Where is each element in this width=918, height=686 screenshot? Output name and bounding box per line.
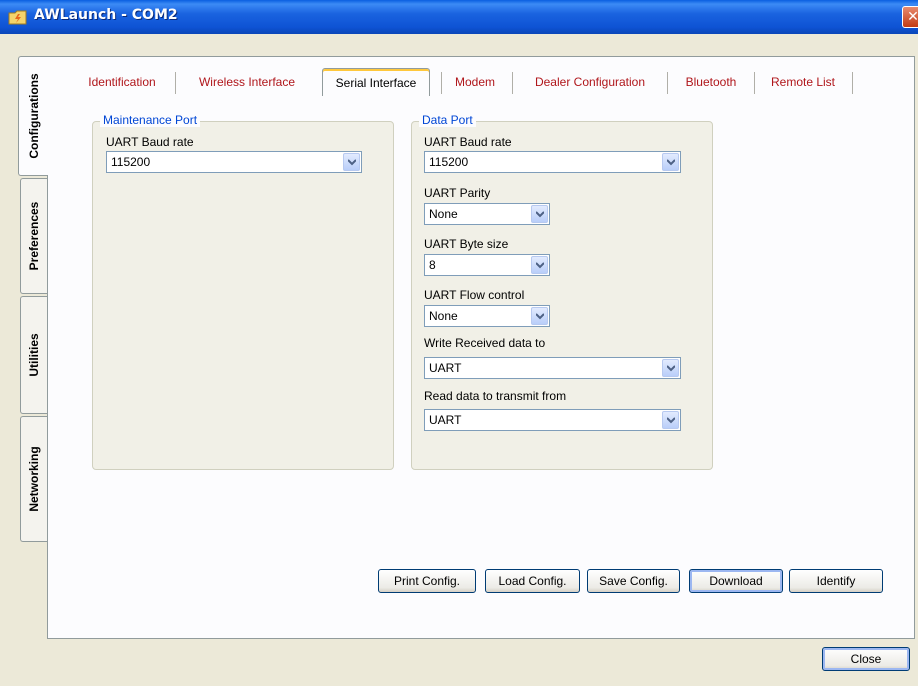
window-close-button[interactable]: ✕ [902, 6, 918, 28]
data-write-label: Write Received data to [424, 336, 546, 350]
data-byte-size-label: UART Byte size [424, 237, 509, 251]
side-tab-label: Preferences [27, 201, 41, 271]
data-baud-label: UART Baud rate [424, 135, 512, 149]
data-read-value: UART [429, 413, 462, 427]
identify-button[interactable]: Identify [789, 569, 883, 593]
tab-separator [512, 72, 513, 94]
load-config-button[interactable]: Load Config. [485, 569, 580, 593]
tab-wireless-interface[interactable]: Wireless Interface [186, 68, 308, 96]
tab-separator [667, 72, 668, 94]
side-tab-strip: Configurations Preferences Utilities Net… [18, 56, 48, 546]
maintenance-port-legend: Maintenance Port [100, 113, 201, 127]
side-tab-configurations[interactable]: Configurations [18, 56, 48, 176]
print-config-button[interactable]: Print Config. [378, 569, 476, 593]
chevron-down-icon[interactable] [531, 205, 548, 223]
side-tab-utilities[interactable]: Utilities [20, 296, 47, 414]
maintenance-port-group [92, 121, 394, 470]
download-button[interactable]: Download [689, 569, 783, 593]
tab-modem[interactable]: Modem [448, 68, 502, 96]
maintenance-baud-select[interactable]: 115200 [106, 151, 362, 173]
data-byte-size-value: 8 [429, 258, 436, 272]
close-button[interactable]: Close [822, 647, 910, 671]
tab-remote-list[interactable]: Remote List [762, 68, 844, 96]
data-parity-label: UART Parity [424, 186, 491, 200]
tab-separator [175, 72, 176, 94]
tab-dealer-configuration[interactable]: Dealer Configuration [522, 68, 658, 96]
data-baud-select[interactable]: 115200 [424, 151, 681, 173]
tab-serial-interface[interactable]: Serial Interface [322, 68, 430, 96]
chevron-down-icon[interactable] [662, 359, 679, 377]
save-config-button[interactable]: Save Config. [587, 569, 680, 593]
chevron-down-icon[interactable] [662, 411, 679, 429]
data-flow-select[interactable]: None [424, 305, 550, 327]
chevron-down-icon[interactable] [531, 307, 548, 325]
title-bar: AWLaunch - COM2 ✕ [0, 0, 918, 34]
maintenance-baud-value: 115200 [111, 155, 151, 169]
side-tab-networking[interactable]: Networking [20, 416, 47, 542]
data-read-label: Read data to transmit from [424, 389, 567, 403]
data-baud-value: 115200 [429, 155, 469, 169]
side-tab-label: Networking [27, 446, 41, 512]
data-write-value: UART [429, 361, 462, 375]
data-parity-value: None [429, 207, 458, 221]
side-tab-label: Utilities [27, 333, 41, 377]
app-icon [8, 10, 27, 25]
tab-separator [754, 72, 755, 94]
tab-separator [441, 72, 442, 94]
data-flow-value: None [429, 309, 458, 323]
data-parity-select[interactable]: None [424, 203, 550, 225]
data-port-legend: Data Port [419, 113, 476, 127]
side-tab-preferences[interactable]: Preferences [20, 178, 47, 294]
tab-bluetooth[interactable]: Bluetooth [676, 68, 746, 96]
chevron-down-icon[interactable] [531, 256, 548, 274]
data-write-select[interactable]: UART [424, 357, 681, 379]
side-tab-label: Configurations [26, 73, 41, 159]
data-flow-label: UART Flow control [424, 288, 525, 302]
tab-identification[interactable]: Identification [80, 68, 164, 96]
chevron-down-icon[interactable] [343, 153, 360, 171]
tab-separator [852, 72, 853, 94]
maintenance-baud-label: UART Baud rate [106, 135, 194, 149]
window-title: AWLaunch - COM2 [34, 7, 178, 23]
data-read-select[interactable]: UART [424, 409, 681, 431]
data-byte-size-select[interactable]: 8 [424, 254, 550, 276]
chevron-down-icon[interactable] [662, 153, 679, 171]
